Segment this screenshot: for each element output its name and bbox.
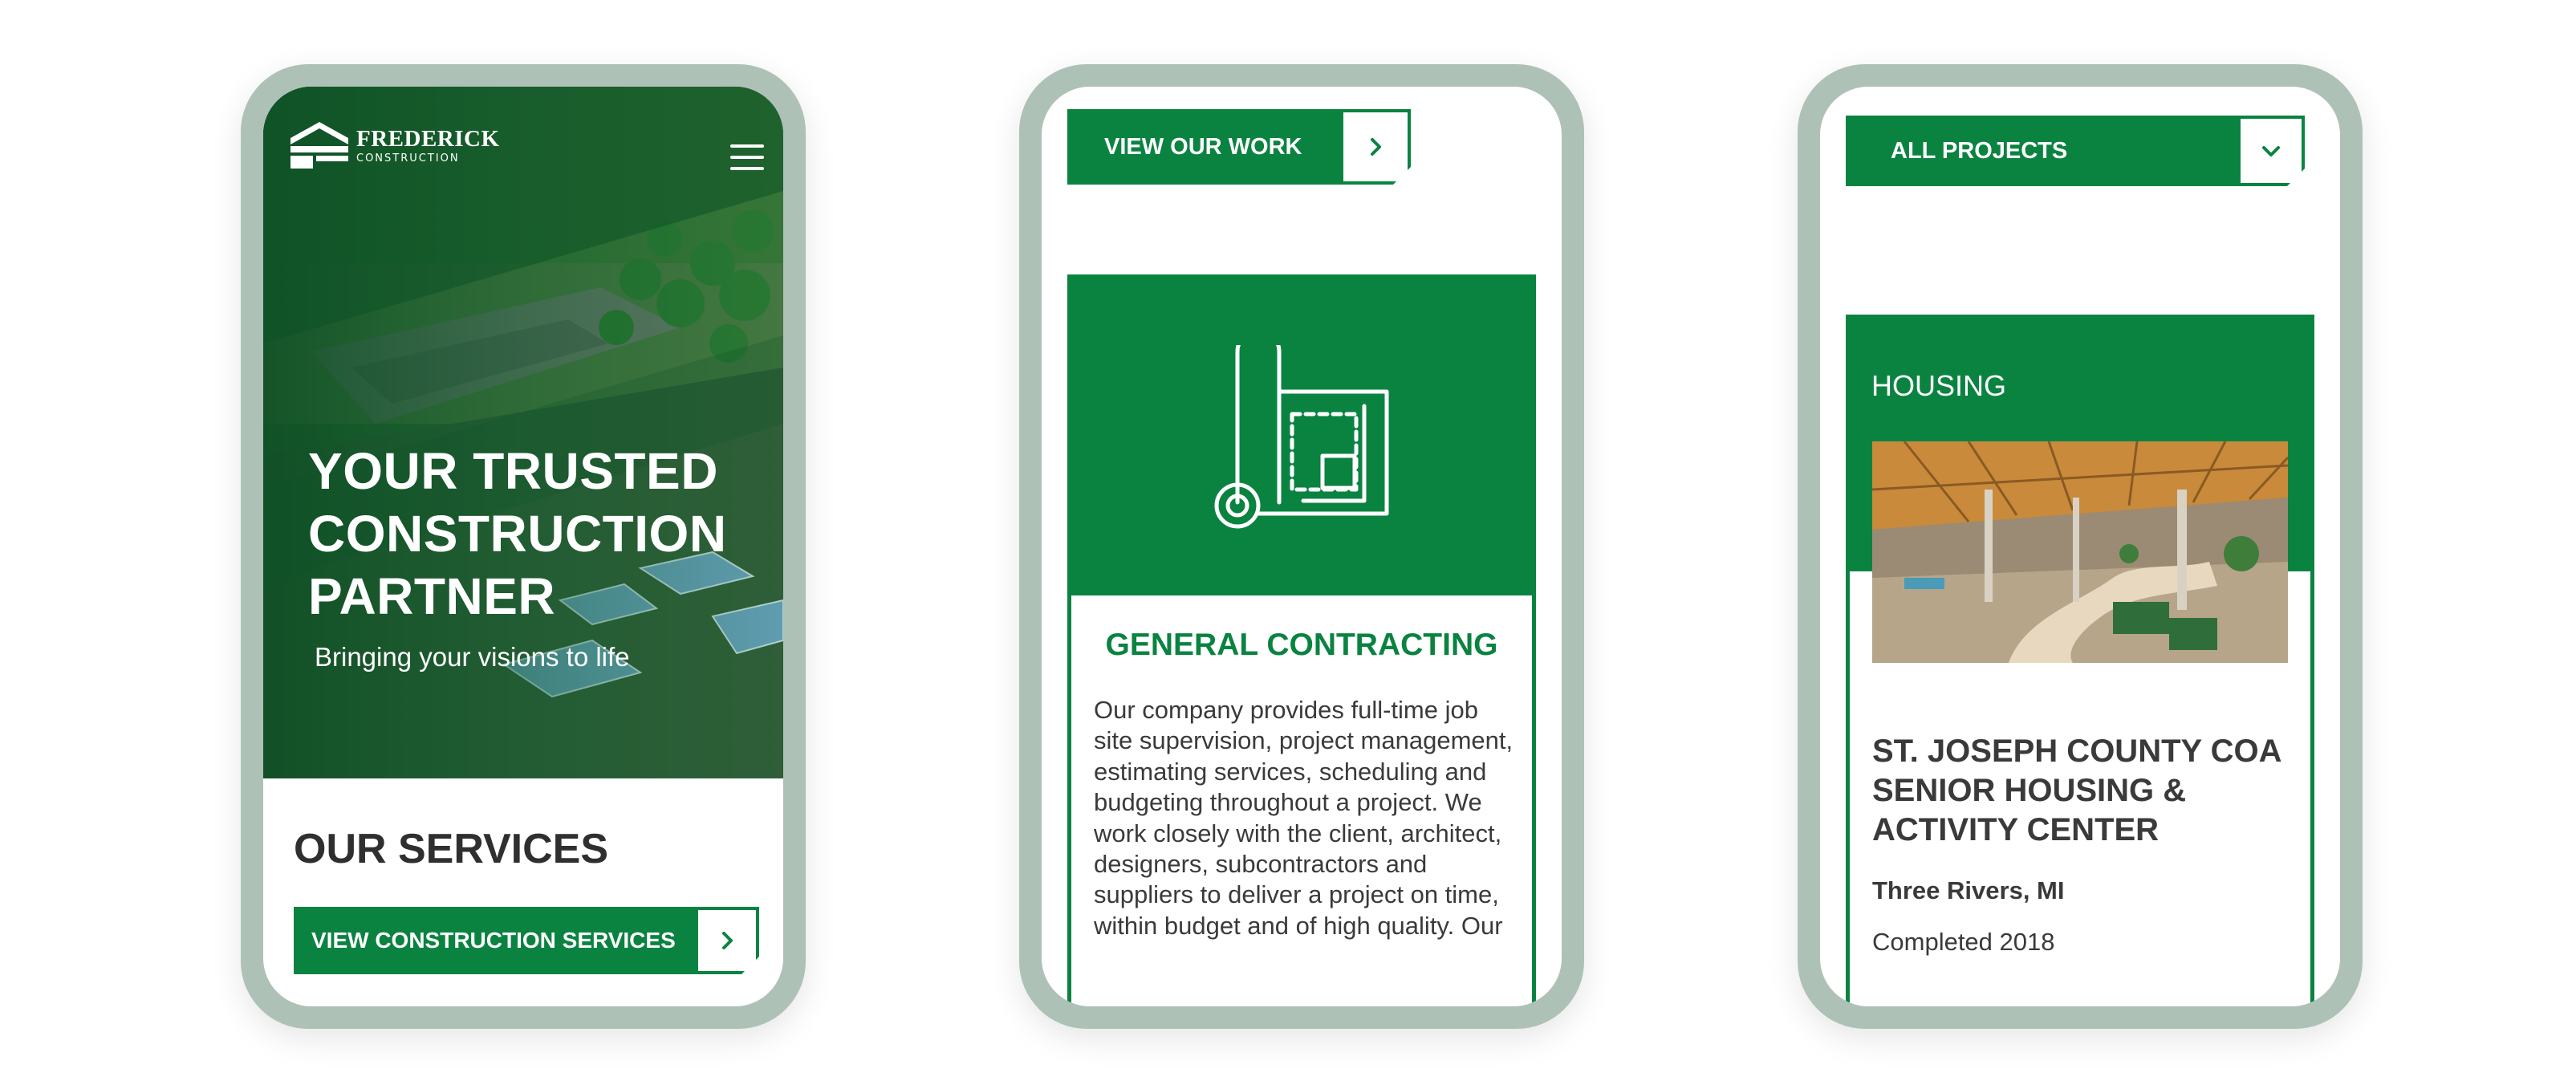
phone-mockup-services: VIEW OUR WORK GENERAL CONTRACTING Our co… xyxy=(1019,64,1584,1029)
phone-screen: ALL PROJECTS HOUSING ST. JOSEPH COUNTY C… xyxy=(1820,87,2340,1006)
project-card[interactable]: HOUSING ST. JOSEPH COUNTY COA SENIOR HOU… xyxy=(1846,315,2314,1006)
service-description: Our company provides full-time job site … xyxy=(1094,696,1514,940)
button-label: VIEW CONSTRUCTION SERVICES xyxy=(294,907,695,974)
service-card-header xyxy=(1067,274,1536,595)
frederick-logo[interactable]: FREDERICK CONSTRUCTION xyxy=(289,120,500,170)
view-our-work-button[interactable]: VIEW OUR WORK xyxy=(1067,109,1411,185)
hero-subtitle: Bringing your visions to life xyxy=(315,642,630,672)
phone-screen: FREDERICK CONSTRUCTION YOUR TRUSTED CONS… xyxy=(263,87,783,1006)
chevron-right-icon xyxy=(695,907,759,974)
project-location: Three Rivers, MI xyxy=(1872,876,2065,904)
project-photo xyxy=(1872,441,2288,663)
phone-mockup-projects: ALL PROJECTS HOUSING ST. JOSEPH COUNTY C… xyxy=(1798,64,2363,1029)
phone-screen: VIEW OUR WORK GENERAL CONTRACTING Our co… xyxy=(1042,87,1562,1006)
aerial-photo xyxy=(263,87,783,778)
logo-name: FREDERICK xyxy=(356,125,500,152)
service-card: GENERAL CONTRACTING Our company provides… xyxy=(1067,274,1536,1006)
dropdown-label: ALL PROJECTS xyxy=(1846,116,2237,186)
chevron-right-icon xyxy=(1340,109,1411,185)
project-status: Completed 2018 xyxy=(1872,928,2055,956)
hero-title-line: PARTNER xyxy=(308,567,556,625)
button-label: VIEW OUR WORK xyxy=(1067,109,1340,185)
hamburger-menu-icon[interactable] xyxy=(730,144,764,170)
hero-title-line: CONSTRUCTION xyxy=(308,505,727,563)
service-title: GENERAL CONTRACTING xyxy=(1105,628,1498,662)
project-category: HOUSING xyxy=(1871,369,2007,402)
chevron-down-icon xyxy=(2237,116,2305,186)
hero-title-line: YOUR TRUSTED xyxy=(308,442,718,500)
view-construction-services-button[interactable]: VIEW CONSTRUCTION SERVICES xyxy=(294,907,759,974)
logo-subtitle: CONSTRUCTION xyxy=(356,152,460,165)
all-projects-dropdown[interactable]: ALL PROJECTS xyxy=(1846,116,2305,186)
interior-photo xyxy=(1872,441,2288,663)
logo-mark-icon xyxy=(291,122,348,169)
blueprint-icon xyxy=(1214,345,1389,529)
hero-section: FREDERICK CONSTRUCTION YOUR TRUSTED CONS… xyxy=(263,87,783,778)
phone-mockup-home: FREDERICK CONSTRUCTION YOUR TRUSTED CONS… xyxy=(241,64,806,1029)
hero-title: YOUR TRUSTED CONSTRUCTION PARTNER xyxy=(308,440,774,628)
project-title: ST. JOSEPH COUNTY COA SENIOR HOUSING & A… xyxy=(1872,733,2281,847)
services-heading: OUR SERVICES xyxy=(294,826,609,872)
